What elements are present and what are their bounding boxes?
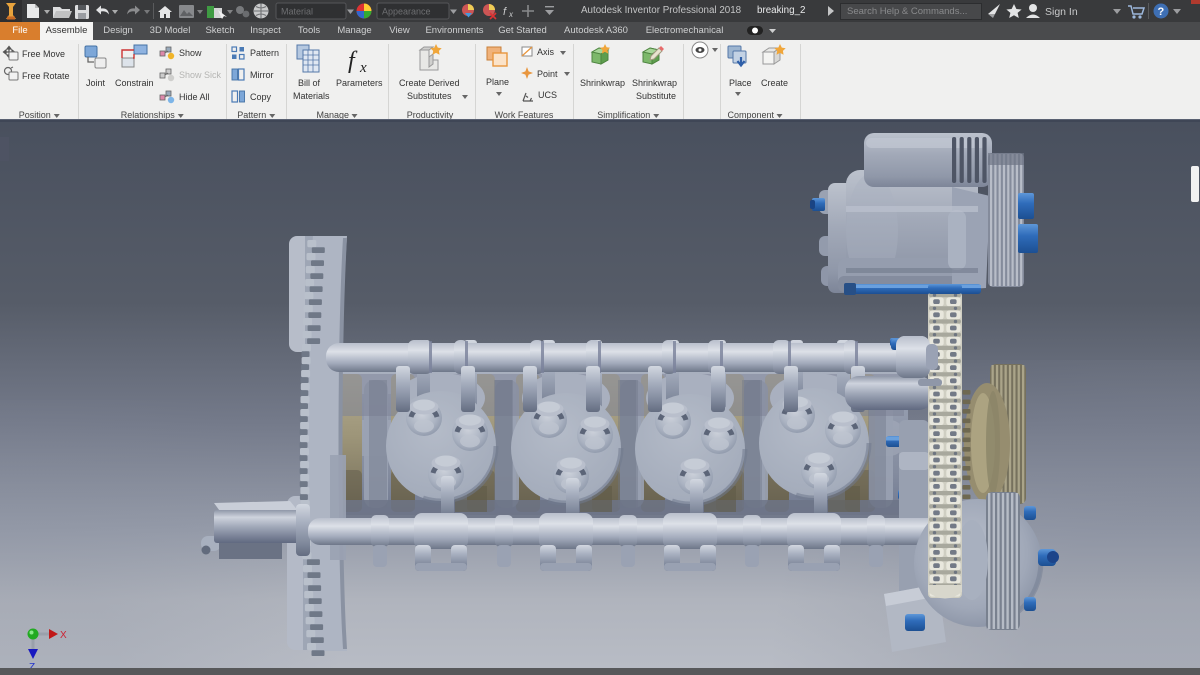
svg-text:f: f [348,48,358,74]
svg-text:X: X [60,630,67,641]
svg-text:x: x [359,60,367,76]
